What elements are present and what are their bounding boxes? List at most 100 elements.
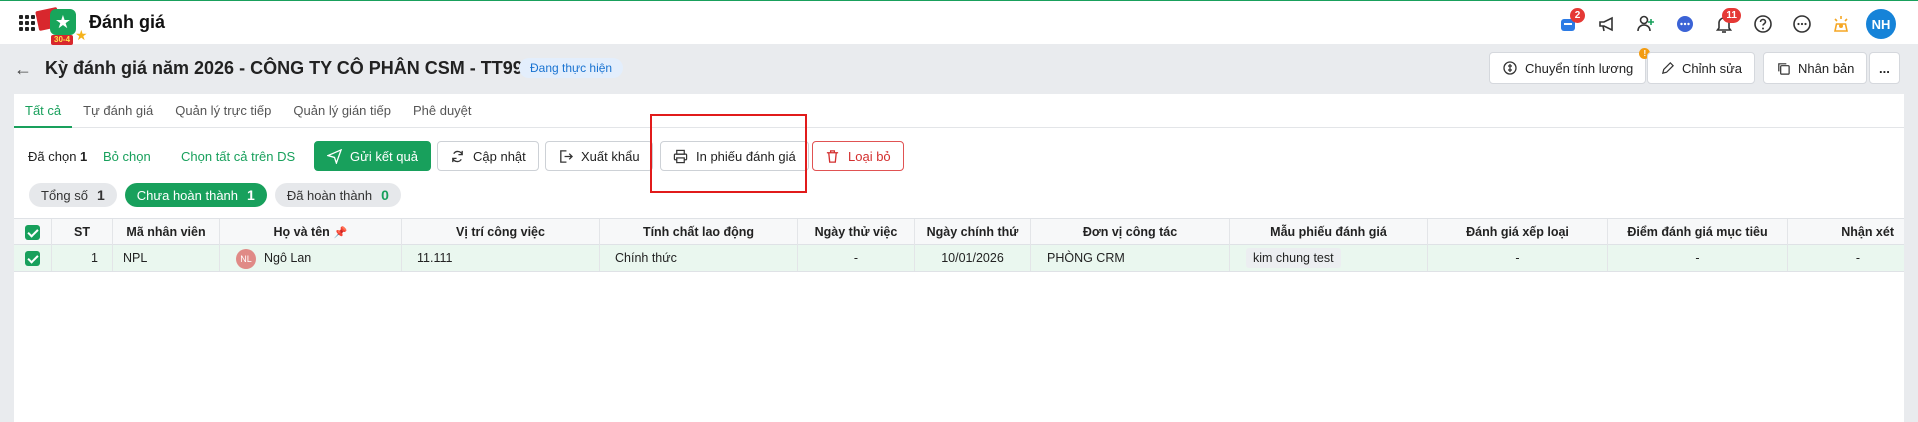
chat-icon[interactable]	[1671, 10, 1699, 38]
count-total[interactable]: Tổng số 1	[29, 183, 117, 207]
cell-comment: -	[1855, 251, 1860, 265]
transfer-salary-label: Chuyển tính lương	[1525, 60, 1634, 76]
col-full-name[interactable]: Họ và tên 📌	[220, 219, 402, 245]
refresh-icon	[452, 150, 463, 162]
star-logo-icon: ★	[50, 9, 76, 35]
cart-icon[interactable]: 2	[1554, 8, 1585, 38]
send-results-label: Gửi kết quả	[350, 148, 418, 164]
back-arrow-icon[interactable]: ←	[14, 59, 32, 80]
col-employee-code[interactable]: Mã nhân viên	[113, 219, 220, 245]
employee-name: Ngô Lan	[264, 251, 312, 265]
tab-direct-manager[interactable]: Quản lý trực tiếp	[164, 94, 282, 128]
count-complete-label: Đã hoàn thành	[286, 187, 373, 203]
add-user-icon[interactable]	[1632, 10, 1660, 38]
user-avatar[interactable]: NH	[1866, 9, 1896, 39]
cart-count-badge: 2	[1570, 8, 1585, 23]
table-header-row: ST Mã nhân viên Họ và tên 📌 Vị trí công v…	[14, 218, 1904, 245]
status-counts: Tổng số 1 Chưa hoàn thành 1 Đã hoàn thàn…	[29, 183, 401, 207]
row-checkbox[interactable]	[14, 245, 52, 271]
help-icon[interactable]	[1749, 10, 1777, 38]
col-rating[interactable]: Đánh giá xếp loại	[1428, 219, 1608, 245]
col-labor-type[interactable]: Tính chất lao động	[600, 219, 798, 245]
cell-unit: PHÒNG CRM	[1031, 245, 1230, 271]
checkbox-icon	[25, 251, 40, 267]
count-incomplete-value: 1	[247, 187, 255, 203]
export-icon	[560, 149, 573, 163]
employee-avatar: NL	[236, 248, 256, 269]
count-total-label: Tổng số	[41, 187, 88, 203]
col-full-name-label: Họ và tên	[273, 225, 330, 239]
selected-count-text: Đã chọn 1	[28, 149, 87, 164]
tab-bar: Tất cả Tự đánh giá Quản lý trực tiếp Quả…	[14, 94, 1904, 128]
tab-all[interactable]: Tất cả	[14, 94, 73, 128]
remove-button[interactable]: Loại bỏ	[812, 141, 904, 171]
count-total-value: 1	[96, 187, 105, 203]
more-button[interactable]: ...	[1869, 52, 1900, 84]
send-icon	[327, 148, 342, 164]
col-position[interactable]: Vị trí công việc	[402, 219, 600, 245]
action-toolbar: Đã chọn 1 Bỏ chọn Chọn tất cả trên DS Gử…	[14, 141, 1904, 171]
pin-icon[interactable]: 📌	[334, 227, 348, 239]
apps-grid-icon[interactable]	[19, 15, 35, 31]
highlight-annotation	[650, 114, 807, 193]
edit-label: Chỉnh sửa	[1682, 60, 1743, 76]
app-title: Đánh giá	[89, 12, 166, 32]
col-form[interactable]: Mẫu phiếu đánh giá	[1230, 219, 1428, 245]
remove-label: Loại bỏ	[848, 148, 891, 164]
more-apps-icon[interactable]	[1788, 10, 1816, 38]
tab-self-review[interactable]: Tự đánh giá	[72, 94, 164, 128]
transfer-salary-button[interactable]: Chuyển tính lương !	[1489, 48, 1651, 84]
tab-indirect-manager[interactable]: Quản lý gián tiếp	[282, 94, 402, 128]
deselect-link[interactable]: Bỏ chọn	[103, 149, 151, 164]
selected-count: 1	[80, 149, 88, 164]
salary-icon	[1503, 61, 1517, 75]
count-incomplete[interactable]: Chưa hoàn thành 1	[124, 183, 267, 207]
select-all-checkbox[interactable]	[14, 219, 52, 245]
pencil-icon	[1661, 61, 1674, 74]
duplicate-button[interactable]: Nhân bản	[1763, 52, 1868, 84]
top-icons: 2 11 NH	[1554, 8, 1896, 39]
export-label: Xuất khẩu	[581, 148, 640, 164]
cell-score: -	[1608, 245, 1788, 271]
main-card: Tất cả Tự đánh giá Quản lý trực tiếp Quả…	[14, 94, 1904, 422]
send-results-button[interactable]: Gửi kết quả	[314, 141, 431, 171]
cell-employee-code: NPL	[113, 245, 220, 271]
select-all-link[interactable]: Chọn tất cả trên DS	[181, 149, 295, 164]
count-complete[interactable]: Đã hoàn thành 0	[274, 183, 401, 207]
bell-icon[interactable]: 11	[1710, 8, 1741, 38]
trash-icon	[826, 149, 839, 163]
count-incomplete-label: Chưa hoàn thành	[136, 187, 239, 203]
export-button[interactable]: Xuất khẩu	[545, 141, 653, 171]
update-button[interactable]: Cập nhật	[437, 141, 539, 171]
col-st[interactable]: ST	[52, 219, 113, 245]
table-row[interactable]: 1 NPL NL Ngô Lan 11.111 Chính thức - 10/0…	[14, 245, 1904, 272]
cell-form: kim chung test	[1230, 245, 1428, 271]
duplicate-label: Nhân bản	[1798, 60, 1855, 76]
cell-labor-type: Chính thức	[600, 245, 798, 271]
cell-position: 11.111	[402, 245, 600, 271]
status-badge: Đang thực hiện	[519, 58, 624, 78]
reward-icon[interactable]	[1827, 10, 1855, 38]
cell-rating: -	[1428, 245, 1608, 271]
edit-button[interactable]: Chỉnh sửa	[1647, 52, 1756, 84]
bell-count-badge: 11	[1722, 8, 1741, 23]
app-logo[interactable]: ★ 30-4 ★	[35, 6, 88, 45]
col-score[interactable]: Điểm đánh giá mục tiêu	[1608, 219, 1788, 245]
copy-icon	[1778, 62, 1790, 75]
logo-badge: 30-4	[51, 35, 74, 45]
tab-approval[interactable]: Phê duyệt	[402, 94, 483, 128]
col-unit[interactable]: Đơn vị công tác	[1031, 219, 1230, 245]
col-probation-date[interactable]: Ngày thử việc	[798, 219, 915, 245]
review-table: ST Mã nhân viên Họ và tên 📌 Vị trí công v…	[14, 218, 1904, 272]
cell-probation-date: -	[798, 245, 915, 271]
megaphone-icon[interactable]	[1593, 10, 1621, 38]
checkbox-icon	[25, 225, 40, 241]
page-title: Kỳ đánh giá năm 2026 - CÔNG TY CÔ PHÂN C…	[45, 58, 523, 78]
selected-label: Đã chọn	[28, 149, 77, 164]
col-official-date[interactable]: Ngày chính thứ	[915, 219, 1031, 245]
col-comment[interactable]: Nhận xét	[1788, 219, 1904, 245]
form-tag: kim chung test	[1246, 248, 1341, 268]
top-app-bar: ★ 30-4 ★ Đánh giá 2 11 NH	[0, 0, 1918, 45]
count-complete-value: 0	[381, 187, 389, 203]
cell-full-name[interactable]: NL Ngô Lan	[220, 245, 402, 271]
